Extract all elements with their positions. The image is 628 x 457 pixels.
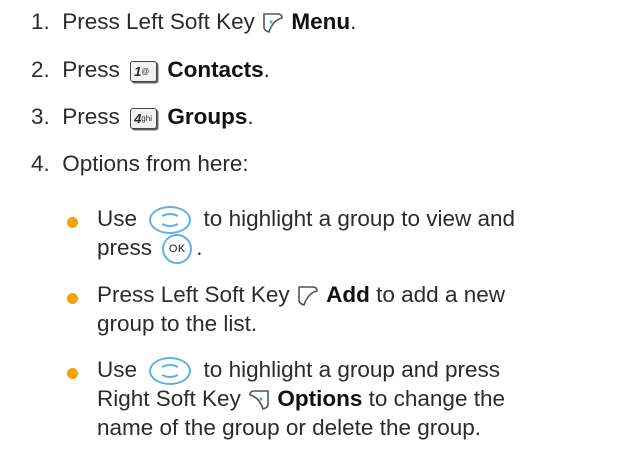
bullet-icon: [67, 217, 78, 228]
step-3: 3. Press 4ghi Groups.: [31, 104, 254, 129]
option-1-line-2: press OK.: [97, 234, 203, 265]
add-label: Add: [326, 282, 370, 307]
left-soft-key-icon: [261, 9, 285, 37]
contacts-label: Contacts: [167, 57, 264, 82]
step-1: 1. Press Left Soft Key Menu.: [31, 8, 356, 37]
ok-key-icon: OK: [162, 234, 193, 265]
option-3-line-2: Right Soft Key Options to change the: [97, 385, 505, 414]
option-2-line-1: Press Left Soft Key Add to add a new: [97, 281, 505, 310]
option-1-line-1: Use to highlight a group to view and: [97, 205, 515, 235]
navigation-key-icon: [149, 357, 192, 386]
step-text: Press: [62, 57, 120, 82]
step-text: Press: [62, 104, 120, 129]
option-3-line-3: name of the group or delete the group.: [97, 415, 482, 440]
key-4-icon: 4ghi: [130, 107, 158, 129]
bullet-icon: [67, 293, 78, 304]
step-text: Press Left Soft Key: [62, 9, 255, 34]
navigation-key-icon: [149, 206, 192, 235]
options-label: Options: [277, 386, 363, 411]
option-2-line-2: group to the list.: [97, 311, 258, 336]
step-number: 2.: [31, 57, 50, 82]
step-number: 4.: [31, 151, 50, 176]
step-number: 3.: [31, 104, 50, 129]
step-4: 4. Options from here:: [31, 150, 249, 178]
groups-label: Groups: [167, 104, 248, 129]
bullet-icon: [67, 368, 78, 379]
option-3-line-1: Use to highlight a group and press: [97, 356, 500, 386]
right-soft-key-icon: [247, 386, 271, 414]
step-number: 1.: [31, 9, 50, 34]
key-1-icon: 1@: [130, 60, 158, 82]
step-text: Options from here:: [62, 151, 249, 176]
left-soft-key-icon: [296, 282, 320, 310]
step-2: 2. Press 1@ Contacts.: [31, 57, 270, 82]
menu-label: Menu: [291, 9, 351, 34]
